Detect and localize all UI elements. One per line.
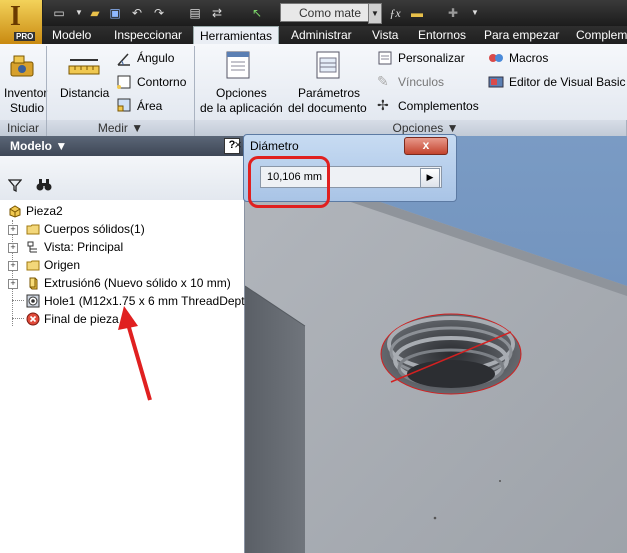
parametros-documento-label-1[interactable]: Parámetros xyxy=(298,86,360,100)
model-panel-title[interactable]: Modelo ▼ xyxy=(10,139,67,153)
dialog-arrow-right-icon[interactable]: ▶ xyxy=(420,168,440,188)
application-menu-button[interactable]: I PRO xyxy=(0,0,43,44)
angulo-button[interactable]: Ángulo xyxy=(137,51,174,65)
tree-node-label: Cuerpos sólidos(1) xyxy=(44,222,145,236)
tree-node-label: Extrusión6 (Nuevo sólido x 10 mm) xyxy=(44,276,231,290)
fx-parameters-icon[interactable]: ƒx xyxy=(386,4,404,22)
tab-entornos[interactable]: Entornos xyxy=(412,26,472,44)
visual-basic-icon[interactable] xyxy=(488,74,504,90)
inventor-logo-icon: I xyxy=(10,1,21,32)
save-icon[interactable]: ▣ xyxy=(106,4,124,22)
folder-icon xyxy=(26,258,40,272)
undo-icon[interactable]: ↶ xyxy=(128,4,146,22)
part-icon xyxy=(8,204,22,218)
area-button[interactable]: Área xyxy=(137,99,162,113)
links-icon: ✎ xyxy=(377,73,389,89)
extrusion-icon xyxy=(26,276,40,290)
annotation-highlight-box xyxy=(248,156,330,208)
dialog-title: Diámetro xyxy=(250,139,299,153)
editor-visual-basic-button[interactable]: Editor de Visual Basic xyxy=(509,75,626,89)
vinculos-button: Vínculos xyxy=(398,75,445,89)
open-folder-icon[interactable]: ▰ xyxy=(86,4,104,22)
add-ins-icon[interactable]: ✢ xyxy=(377,97,393,113)
expand-toggle-icon[interactable]: + xyxy=(8,243,18,253)
return-icon[interactable]: ▤ xyxy=(186,4,204,22)
model-panel-header[interactable]: Modelo ▼ xyxy=(0,136,244,156)
opciones-aplicacion-label-1[interactable]: Opciones xyxy=(216,86,267,100)
complementos-button[interactable]: Complementos xyxy=(398,99,479,113)
parametros-documento-label-2[interactable]: del documento xyxy=(288,101,367,115)
tree-node-label: Vista: Principal xyxy=(44,240,124,254)
tab-administrar[interactable]: Administrar xyxy=(285,26,358,44)
hole-icon xyxy=(26,294,40,308)
distance-ruler-icon[interactable] xyxy=(66,54,102,80)
select-icon[interactable]: ↖ xyxy=(248,4,266,22)
opciones-aplicacion-label-2[interactable]: de la aplicación xyxy=(200,101,283,115)
area-icon[interactable] xyxy=(116,97,132,113)
distancia-button[interactable]: Distancia xyxy=(60,86,109,100)
customize-icon[interactable] xyxy=(377,50,393,66)
macros-icon[interactable] xyxy=(488,51,504,65)
inventor-studio-label-2[interactable]: Studio xyxy=(10,101,44,115)
tab-complementos[interactable]: Complem xyxy=(570,26,627,44)
tree-connector xyxy=(12,318,24,319)
new-file-icon[interactable]: ▭ xyxy=(50,4,68,22)
tree-connector xyxy=(12,300,24,301)
update-icon[interactable]: ⇄ xyxy=(208,4,226,22)
annotation-arrow-icon xyxy=(118,306,152,401)
filter-icon[interactable] xyxy=(7,178,23,193)
tab-para-empezar[interactable]: Para empezar xyxy=(478,26,565,44)
model-panel-toolbar xyxy=(0,156,244,201)
material-combo-arrow-icon[interactable]: ▼ xyxy=(368,3,382,24)
material-combo[interactable]: Como mate xyxy=(280,3,376,22)
redo-icon[interactable]: ↷ xyxy=(150,4,168,22)
expand-toggle-icon[interactable]: + xyxy=(8,225,18,235)
tab-vista[interactable]: Vista xyxy=(366,26,404,44)
view-icon xyxy=(26,240,40,254)
binoculars-search-icon[interactable] xyxy=(36,178,52,192)
expand-toggle-icon[interactable]: + xyxy=(8,279,18,289)
inventor-studio-label-1[interactable]: Inventor xyxy=(4,86,47,100)
personalizar-button[interactable]: Personalizar xyxy=(398,51,465,65)
tab-inspeccionar[interactable]: Inspeccionar xyxy=(108,26,188,44)
end-of-part-icon xyxy=(26,312,40,326)
tab-modelo[interactable]: Modelo xyxy=(46,26,97,44)
tree-node-label: Origen xyxy=(44,258,81,272)
application-options-icon[interactable] xyxy=(224,50,252,80)
pro-badge: PRO xyxy=(14,32,36,41)
tree-node-label: Pieza2 xyxy=(26,204,63,218)
tree-node-label: Final de pieza xyxy=(44,312,119,326)
panel-title-medir[interactable]: Medir ▼ xyxy=(47,120,195,136)
contour-icon[interactable] xyxy=(116,74,132,90)
contorno-button[interactable]: Contorno xyxy=(137,75,186,89)
inventor-studio-icon[interactable] xyxy=(8,52,38,82)
angle-icon[interactable] xyxy=(116,51,132,67)
panel-title-iniciar: Iniciar xyxy=(0,120,47,136)
dialog-close-button[interactable]: x xyxy=(404,137,448,155)
qat-customize-icon[interactable]: ▼ xyxy=(466,4,484,22)
tree-connector xyxy=(12,220,13,326)
measure-icon[interactable]: ▬ xyxy=(408,4,426,22)
folder-icon xyxy=(26,222,40,236)
document-parameters-icon[interactable] xyxy=(314,50,342,80)
macros-button[interactable]: Macros xyxy=(509,51,548,65)
expand-toggle-icon[interactable]: + xyxy=(8,261,18,271)
tab-herramientas[interactable]: Herramientas xyxy=(193,26,280,45)
add-icon[interactable]: ✚ xyxy=(444,4,462,22)
